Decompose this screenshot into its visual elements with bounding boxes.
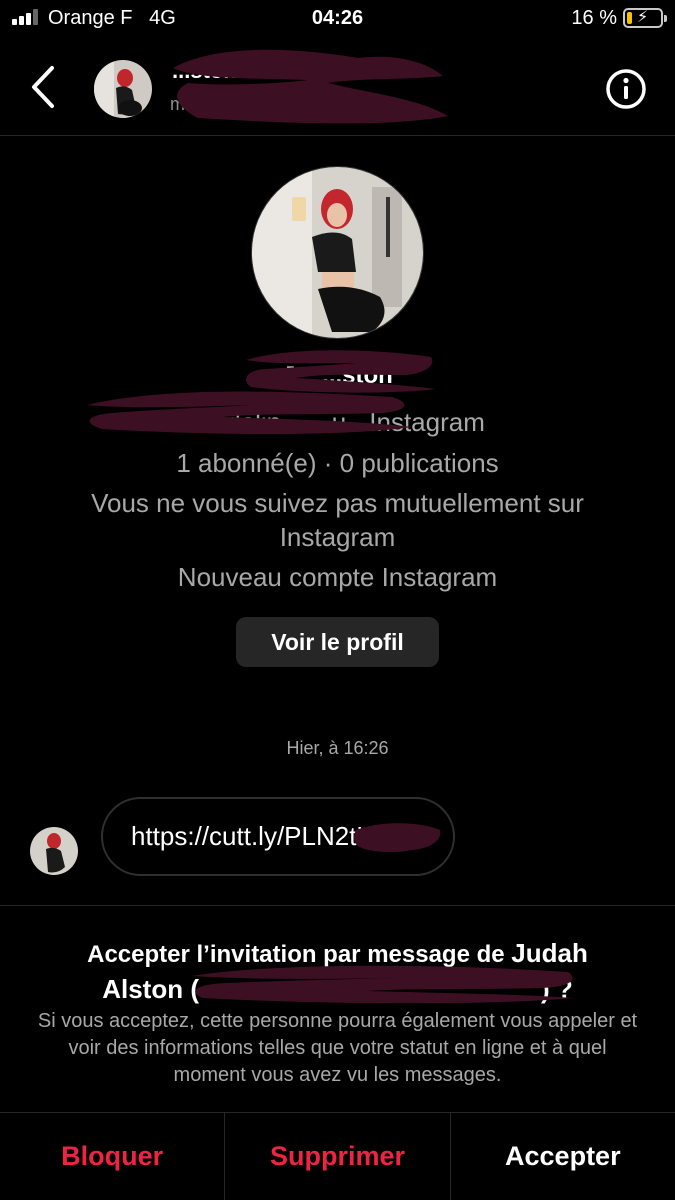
message-timestamp: Hier, à 16:26 bbox=[286, 738, 389, 758]
mutual-info: Vous ne vous suivez pas mutuellement sur… bbox=[91, 488, 584, 552]
accept-button[interactable]: Accepter bbox=[449, 1113, 675, 1200]
profile-avatar[interactable] bbox=[251, 166, 424, 339]
action-bar: Bloquer Supprimer Accepter bbox=[0, 1112, 675, 1200]
battery-percent: 16 % bbox=[571, 7, 617, 29]
redaction-mark bbox=[354, 823, 441, 853]
avatar[interactable] bbox=[94, 60, 152, 118]
message-avatar[interactable] bbox=[30, 827, 78, 875]
invite-description: Si vous acceptez, cette personne pourra … bbox=[37, 1010, 638, 1086]
chat-header: ...ston m...u3iouu bbox=[0, 40, 675, 136]
redaction-mark bbox=[173, 49, 448, 124]
view-profile-button[interactable]: Voir le profil bbox=[236, 617, 439, 667]
back-arrow-icon[interactable] bbox=[28, 62, 68, 112]
info-icon[interactable] bbox=[605, 68, 647, 110]
divider bbox=[0, 905, 675, 906]
battery-icon: ⚡ bbox=[623, 8, 667, 28]
status-bar: Orange F 4G 04:26 16 % ⚡ bbox=[0, 0, 675, 40]
block-button[interactable]: Bloquer bbox=[0, 1113, 224, 1200]
new-account-label: Nouveau compte Instagram bbox=[177, 562, 498, 592]
profile-stats: 1 abonné(e) · 0 publications bbox=[176, 448, 499, 478]
redaction-mark bbox=[192, 965, 573, 1004]
message-link[interactable]: https://cutt.ly/PLN2tLk bbox=[131, 821, 384, 851]
delete-button[interactable]: Supprimer bbox=[224, 1113, 449, 1200]
redaction-mark bbox=[87, 391, 412, 434]
